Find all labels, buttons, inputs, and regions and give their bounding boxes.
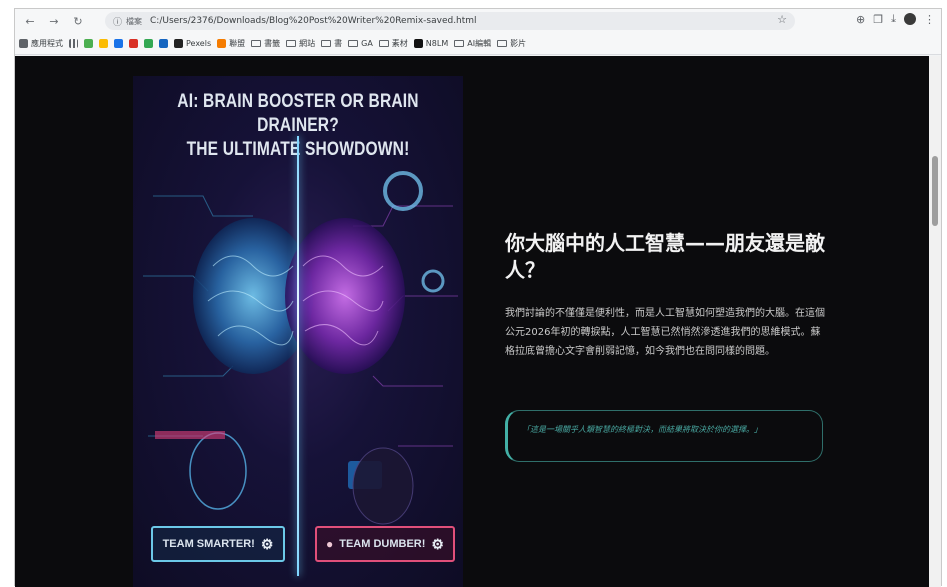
folder-icon: [454, 40, 465, 47]
team-smarter-badge: TEAM SMARTER! ⚙: [151, 526, 285, 562]
bookmark-item[interactable]: 應用程式: [19, 38, 63, 49]
poster-title-line1: AI: BRAIN BOOSTER OR BRAIN DRAINER?: [177, 91, 419, 136]
bookmark-label: GA: [361, 39, 373, 48]
bookmark-label: 應用程式: [31, 39, 63, 48]
bookmark-star-icon[interactable]: ☆: [777, 13, 787, 26]
bookmark-favicon-icon: [114, 39, 123, 48]
folder-icon: [497, 40, 508, 47]
bookmark-label: Pexels: [186, 39, 212, 48]
bookmark-label: 素材: [391, 39, 408, 48]
bookmark-favicon-icon: [19, 39, 28, 48]
page-scrollbar[interactable]: [929, 56, 941, 587]
bookmark-label: 聯盟: [229, 39, 246, 48]
apps-grid-icon: [69, 39, 78, 48]
bookmark-favicon-icon: [144, 39, 153, 48]
bookmark-favicon-icon: [84, 39, 93, 48]
bookmark-item[interactable]: [99, 39, 108, 48]
bookmark-label: 書: [334, 39, 343, 48]
bookmark-item[interactable]: [159, 39, 168, 48]
zoom-icon[interactable]: ⊕: [856, 13, 865, 26]
browser-window: ← → ↻ ⓘ 檔案 C:/Users/2376/Downloads/Blog%…: [14, 8, 942, 587]
bookmark-item[interactable]: GA: [348, 39, 373, 48]
bookmark-label: 影片: [510, 39, 527, 48]
poster-split-line: [297, 136, 299, 576]
folder-icon: [348, 40, 359, 47]
url-scheme-chip: 檔案: [126, 16, 143, 26]
bookmarks-bar: 應用程式 Pexels 聯盟 書籤 網站 書 GA 素材 N8LM AI編輯 影片: [15, 33, 941, 55]
gear-icon: ⚙: [260, 535, 274, 552]
address-bar[interactable]: ⓘ 檔案 C:/Users/2376/Downloads/Blog%20Post…: [105, 12, 795, 30]
folder-icon: [286, 40, 297, 47]
bookmark-item[interactable]: 書: [321, 38, 342, 49]
profile-avatar[interactable]: [904, 13, 916, 25]
bookmark-favicon-icon: [174, 39, 183, 48]
bookmark-item[interactable]: [129, 39, 138, 48]
page-content: AI: BRAIN BOOSTER OR BRAIN DRAINER? THE …: [15, 56, 930, 587]
forward-arrow-icon[interactable]: →: [45, 12, 63, 30]
info-icon[interactable]: ⓘ: [113, 15, 122, 28]
bookmark-item[interactable]: [84, 39, 93, 48]
bookmark-label: AI編輯: [467, 39, 492, 48]
browser-toolbar: ← → ↻ ⓘ 檔案 C:/Users/2376/Downloads/Blog%…: [15, 9, 941, 33]
team-dumber-badge: ● TEAM DUMBER! ⚙: [315, 526, 455, 562]
menu-kebab-icon[interactable]: ⋮: [924, 13, 935, 26]
bookmark-item[interactable]: [144, 39, 153, 48]
reload-icon[interactable]: ↻: [69, 12, 87, 30]
bookmark-item[interactable]: 影片: [497, 38, 526, 49]
article-quote: 「這是一場關乎人類智慧的終極對決，而結果將取決於你的選擇。」: [505, 410, 823, 462]
bookmark-item[interactable]: 書籤: [251, 38, 280, 49]
article-paragraph: 我們討論的不僅僅是便利性，而是人工智慧如何塑造我們的大腦。在這個公元2026年初…: [505, 308, 825, 357]
gears-icon: ⚙: [431, 535, 444, 552]
bookmark-item[interactable]: AI編輯: [454, 38, 491, 49]
download-icon[interactable]: ⤓: [891, 12, 896, 26]
folder-icon: [251, 40, 262, 47]
poster-image: AI: BRAIN BOOSTER OR BRAIN DRAINER? THE …: [133, 76, 463, 587]
team-dumber-label: TEAM DUMBER!: [339, 538, 426, 550]
bookmark-label: 書籤: [264, 39, 281, 48]
folder-icon: [378, 40, 389, 47]
bookmark-label: 網站: [299, 39, 316, 48]
bookmark-item[interactable]: 聯盟: [217, 38, 245, 49]
bookmark-item[interactable]: [69, 39, 78, 48]
url-text: C:/Users/2376/Downloads/Blog%20Post%20Wr…: [150, 16, 477, 26]
bookmark-label: N8LM: [425, 39, 449, 48]
scrollbar-thumb[interactable]: [932, 156, 938, 226]
back-arrow-icon[interactable]: ←: [21, 12, 39, 30]
bookmark-item[interactable]: Pexels: [174, 39, 211, 48]
team-smarter-label: TEAM SMARTER!: [162, 538, 255, 550]
bookmark-favicon-icon: [129, 39, 138, 48]
bookmark-item[interactable]: 素材: [378, 38, 408, 49]
toolbar-actions: ⊕ ❐ ⤓ ⋮: [856, 12, 935, 26]
tab-icon[interactable]: ❐: [873, 13, 883, 26]
folder-icon: [321, 40, 332, 47]
location-pin-icon: ●: [326, 537, 334, 551]
bookmark-favicon-icon: [99, 39, 108, 48]
bookmark-item[interactable]: [114, 39, 123, 48]
bookmark-favicon-icon: [217, 39, 227, 48]
bookmark-favicon-icon: [159, 39, 168, 48]
bookmark-item[interactable]: 網站: [286, 38, 315, 49]
bookmark-favicon-icon: [413, 39, 423, 48]
bookmark-item[interactable]: N8LM: [413, 39, 449, 48]
article-heading: 你大腦中的人工智慧——朋友還是敵人？: [505, 231, 825, 282]
